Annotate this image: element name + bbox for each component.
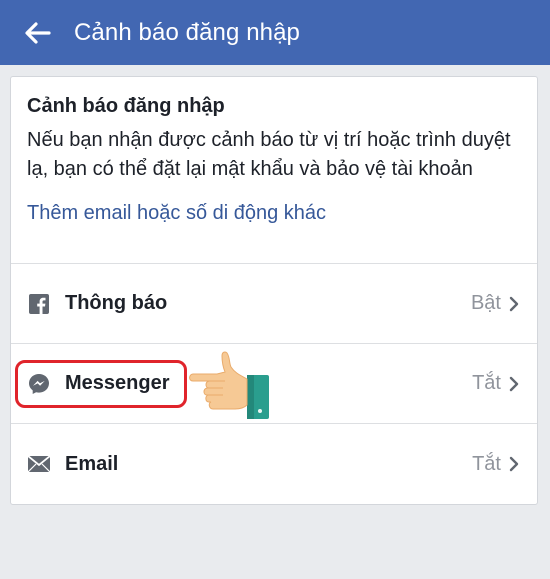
row-status: Tắt [472, 452, 501, 475]
page-title: Cảnh báo đăng nhập [74, 18, 301, 46]
add-contact-link[interactable]: Thêm email hoặc số di động khác [27, 202, 521, 225]
facebook-icon [27, 292, 51, 316]
chevron-right-icon [509, 375, 521, 393]
row-email[interactable]: Email Tắt [11, 424, 537, 504]
row-status: Bật [470, 292, 501, 314]
settings-card: Cảnh báo đăng nhập Nếu bạn nhận được cản… [10, 76, 538, 505]
section-title: Cảnh báo đăng nhập [27, 95, 225, 117]
row-label: Thông báo [65, 292, 168, 314]
back-arrow-icon[interactable] [20, 15, 56, 51]
section-description: Nếu bạn nhận được cảnh báo từ vị trí hoặ… [27, 129, 511, 180]
row-status: Tắt [472, 372, 501, 394]
messenger-icon [27, 372, 51, 396]
row-label: Email [65, 452, 119, 475]
pointing-hand-icon [189, 351, 269, 419]
envelope-icon [27, 452, 51, 476]
top-bar: Cảnh báo đăng nhập [0, 0, 550, 65]
chevron-right-icon [509, 455, 521, 473]
intro-section: Cảnh báo đăng nhập Nếu bạn nhận được cản… [11, 77, 537, 264]
row-notifications[interactable]: Thông báo Bật [11, 264, 537, 344]
chevron-right-icon [509, 295, 521, 313]
